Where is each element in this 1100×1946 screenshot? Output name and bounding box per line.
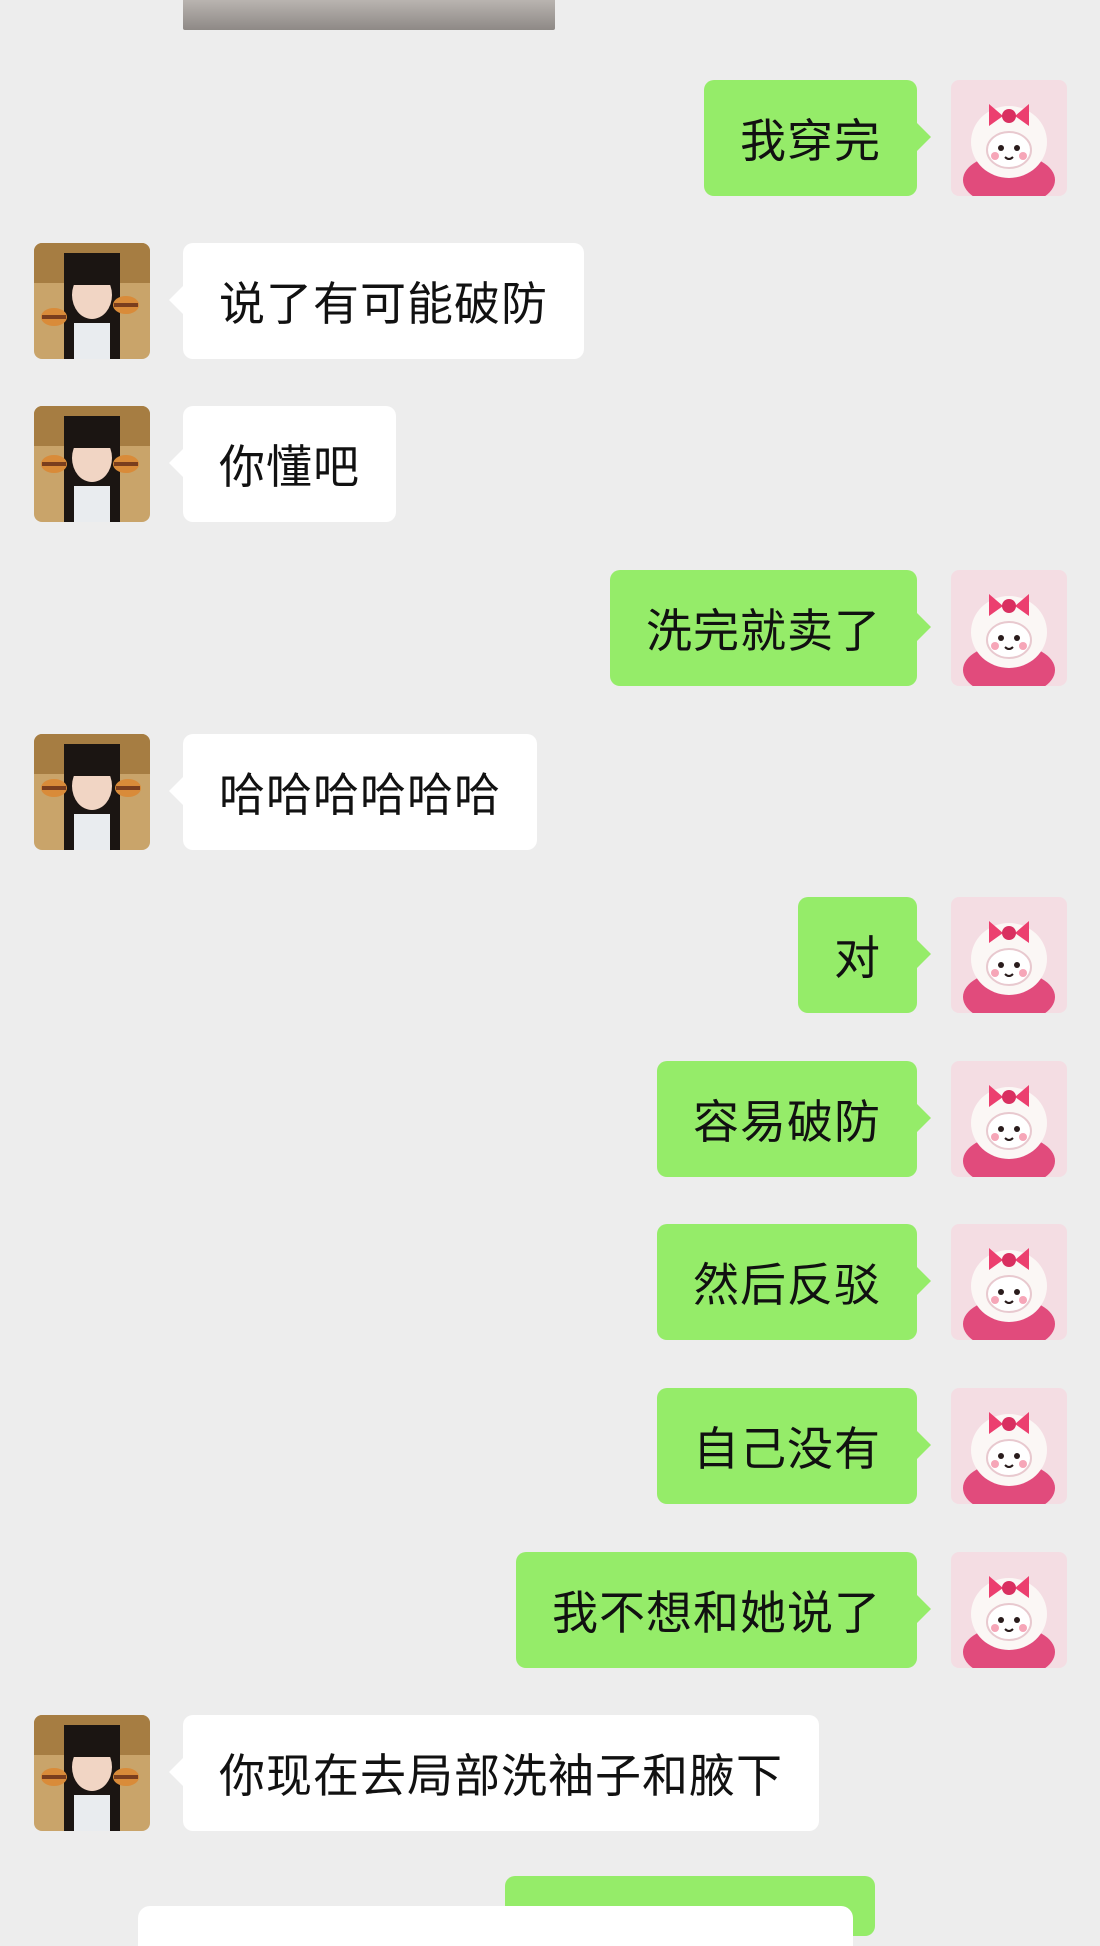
contact-avatar[interactable] (34, 1715, 150, 1831)
contact-avatar[interactable] (34, 243, 150, 359)
self-avatar[interactable] (951, 570, 1067, 686)
top-image-fragment (183, 0, 555, 30)
message-row: 对 (0, 897, 1100, 1013)
message-row: 我不想和她说了 (0, 1552, 1100, 1668)
message-row: 洗完就卖了 (0, 570, 1100, 686)
message-row: 自己没有 (0, 1388, 1100, 1504)
incoming-message[interactable]: 你懂吧 (169, 406, 396, 522)
self-avatar[interactable] (951, 1061, 1067, 1177)
message-row: 你现在去局部洗袖子和腋下 (0, 1715, 1100, 1831)
self-avatar[interactable] (951, 80, 1067, 196)
self-avatar[interactable] (951, 897, 1067, 1013)
outgoing-message[interactable]: 自己没有 (657, 1388, 931, 1504)
outgoing-message[interactable]: 容易破防 (657, 1061, 931, 1177)
outgoing-message[interactable]: 洗完就卖了 (610, 570, 931, 686)
input-bar[interactable] (138, 1906, 853, 1946)
message-row: 你懂吧 (0, 406, 1100, 522)
incoming-message[interactable]: 哈哈哈哈哈哈 (169, 734, 537, 850)
contact-avatar[interactable] (34, 734, 150, 850)
self-avatar[interactable] (951, 1388, 1067, 1504)
outgoing-message[interactable]: 我穿完 (704, 80, 931, 196)
self-avatar[interactable] (951, 1224, 1067, 1340)
outgoing-message[interactable]: 对 (798, 897, 931, 1013)
message-row: 说了有可能破防 (0, 243, 1100, 359)
outgoing-message[interactable]: 我不想和她说了 (516, 1552, 931, 1668)
contact-avatar[interactable] (34, 406, 150, 522)
incoming-message[interactable]: 你现在去局部洗袖子和腋下 (169, 1715, 819, 1831)
message-row: 容易破防 (0, 1061, 1100, 1177)
self-avatar[interactable] (951, 1552, 1067, 1668)
message-row: 哈哈哈哈哈哈 (0, 734, 1100, 850)
message-row: 我穿完 (0, 80, 1100, 196)
outgoing-message[interactable]: 然后反驳 (657, 1224, 931, 1340)
incoming-message[interactable]: 说了有可能破防 (169, 243, 584, 359)
message-row: 然后反驳 (0, 1224, 1100, 1340)
